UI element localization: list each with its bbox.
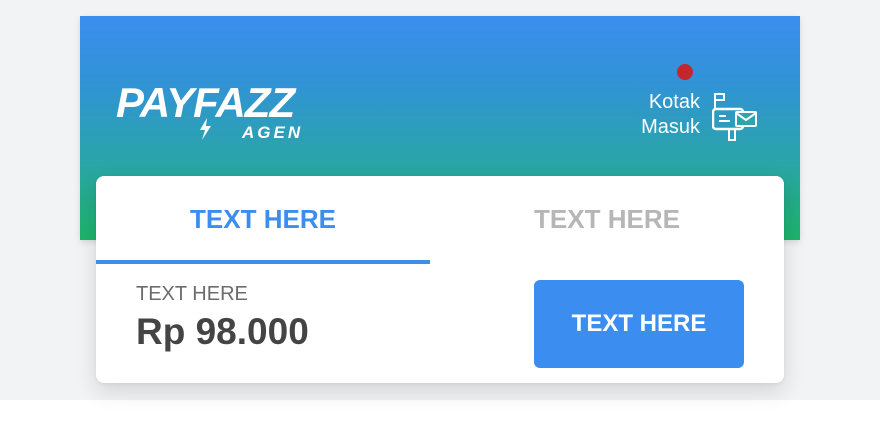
active-tab-indicator bbox=[96, 260, 430, 264]
balance-card: TEXT HERE TEXT HERE TEXT HERE Rp 98.000 … bbox=[96, 176, 784, 383]
logo-subtitle: AGEN bbox=[242, 123, 304, 142]
lightning-bolt-icon bbox=[200, 118, 211, 140]
tab-first[interactable]: TEXT HERE bbox=[96, 176, 430, 262]
inbox-label-line1: Kotak bbox=[648, 91, 700, 113]
inbox-button[interactable]: Kotak Masuk bbox=[620, 88, 760, 148]
action-button[interactable]: TEXT HERE bbox=[534, 280, 744, 368]
inbox-label-line2: Masuk bbox=[641, 116, 700, 138]
notification-dot bbox=[677, 64, 693, 80]
balance-amount: Rp 98.000 bbox=[136, 311, 309, 352]
mailbox-icon bbox=[712, 93, 757, 141]
balance-label: TEXT HERE bbox=[136, 283, 248, 305]
payfazz-logo: PAYFAZZ AGEN bbox=[116, 82, 316, 144]
inbox-label: Kotak Masuk bbox=[641, 90, 700, 140]
tab-second[interactable]: TEXT HERE bbox=[440, 176, 774, 262]
